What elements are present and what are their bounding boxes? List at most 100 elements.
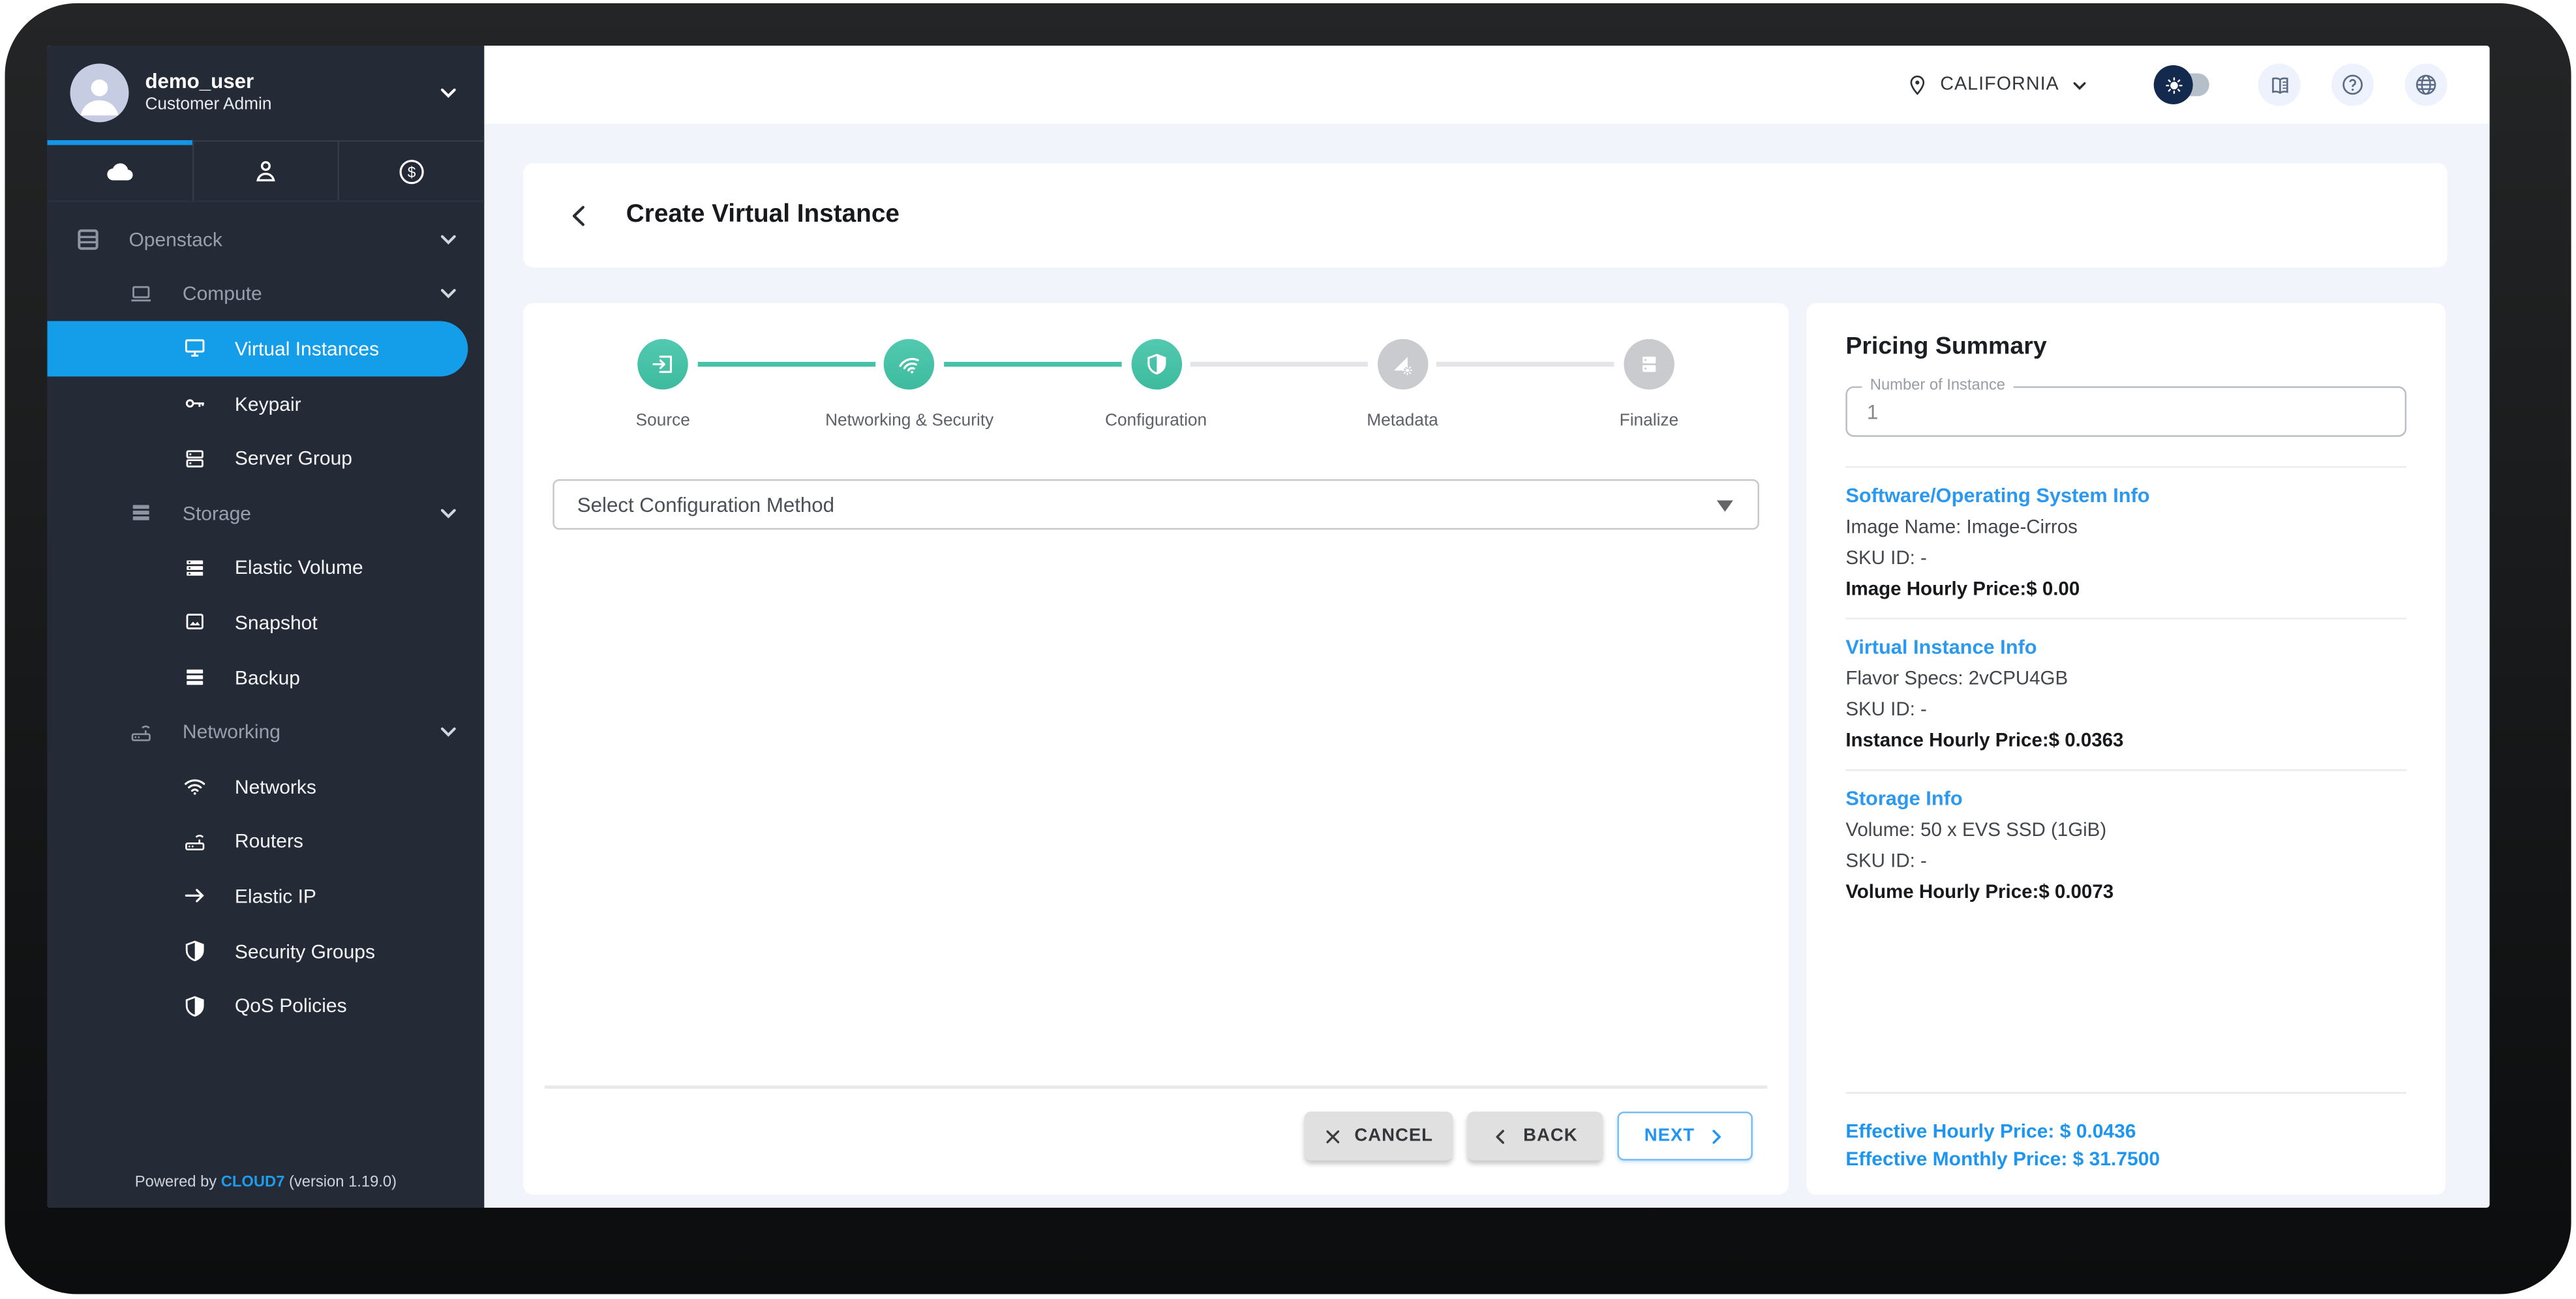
pricing-row: SKU ID: - [1845, 697, 1927, 721]
effective-hourly-price: Effective Hourly Price: $ 0.0436 [1845, 1120, 2136, 1143]
back-arrow-icon[interactable] [566, 202, 593, 229]
sidebar-item-elastic-volume[interactable]: Elastic Volume [47, 541, 484, 595]
chevron-down-icon [438, 83, 458, 102]
number-of-instance-label: Number of Instance [1862, 376, 2014, 395]
user-menu[interactable]: demo_user Customer Admin [47, 46, 484, 140]
device-frame: demo_user Customer Admin $ Openstack Com… [5, 3, 2571, 1294]
effective-prices: Effective Hourly Price: $ 0.0436 Effecti… [1845, 1092, 2407, 1174]
pricing-title: Pricing Summary [1845, 332, 2047, 361]
region-selector[interactable]: CALIFORNIA [1906, 73, 2089, 96]
step-configuration[interactable]: Configuration [943, 338, 1279, 430]
book-icon [2267, 72, 2291, 97]
arrow-right-icon [183, 884, 207, 908]
monitor-icon [183, 336, 207, 361]
sidebar-item-backup[interactable]: Backup [47, 650, 484, 705]
pricing-section-os: Software/Operating System Info Image Nam… [1845, 466, 2407, 618]
topbar: CALIFORNIA [484, 45, 2490, 124]
backup-stack-icon [183, 665, 207, 689]
brand-link[interactable]: CLOUD7 [221, 1174, 285, 1191]
sidebar-item-qos-policies[interactable]: QoS Policies [47, 978, 484, 1033]
tab-cloud-services[interactable] [47, 140, 192, 200]
person-icon [251, 157, 280, 186]
caret-down-icon [1716, 500, 1733, 512]
server-icon [1624, 338, 1674, 390]
sidebar-item-keypair[interactable]: Keypair [47, 376, 484, 431]
sidebar-item-networking[interactable]: Networking [47, 705, 484, 760]
sidebar-nav: Openstack Compute Virtual Instances Keyp… [47, 202, 484, 1033]
chevron-right-icon [1708, 1127, 1725, 1144]
sidebar-item-snapshot[interactable]: Snapshot [47, 595, 484, 650]
cancel-button[interactable]: CANCEL [1303, 1111, 1453, 1161]
pricing-row: SKU ID: - [1845, 546, 1927, 569]
dollar-icon: $ [397, 156, 427, 187]
sidebar-item-compute[interactable]: Compute [47, 267, 484, 321]
back-button[interactable]: BACK [1467, 1111, 1603, 1161]
main-column: CALIFORNIA Create Virtual Instance Sourc… [484, 45, 2490, 1208]
sidebar-item-server-group[interactable]: Server Group [47, 431, 484, 486]
section-heading: Software/Operating System Info [1845, 484, 2150, 507]
metadata-gear-icon [1377, 338, 1428, 390]
wifi-icon [884, 338, 935, 390]
pricing-summary-card: Pricing Summary Number of Instance Softw… [1806, 303, 2446, 1195]
pricing-row: SKU ID: - [1845, 849, 1927, 873]
next-button[interactable]: NEXT [1617, 1111, 1753, 1161]
sidebar-item-elastic-ip[interactable]: Elastic IP [47, 869, 484, 923]
server-group-icon [183, 446, 207, 470]
help-button[interactable] [2331, 63, 2374, 106]
language-button[interactable] [2404, 63, 2447, 106]
globe-icon [2413, 72, 2439, 98]
sidebar-tabs: $ [47, 140, 485, 202]
svg-text:$: $ [408, 163, 416, 180]
shield-icon [183, 939, 207, 963]
powered-by: Powered by CLOUD7 (version 1.19.0) [134, 1173, 397, 1192]
tab-billing[interactable]: $ [338, 142, 484, 201]
user-name: demo_user [145, 69, 254, 93]
pricing-row: Instance Hourly Price:$ 0.0363 [1845, 728, 2124, 752]
sidebar-item-openstack[interactable]: Openstack [47, 212, 484, 267]
select-placeholder: Select Configuration Method [577, 493, 835, 516]
sidebar-item-networks[interactable]: Networks [47, 760, 484, 814]
docs-button[interactable] [2258, 63, 2301, 106]
pricing-section-instance: Virtual Instance Info Flavor Specs: 2vCP… [1845, 618, 2407, 769]
user-role: Customer Admin [145, 95, 272, 115]
stage: demo_user Customer Admin $ Openstack Com… [0, 0, 2576, 1299]
region-label: CALIFORNIA [1940, 74, 2059, 95]
number-of-instance-field: Number of Instance [1845, 376, 2407, 437]
chevron-down-icon [438, 284, 458, 304]
router-icon [183, 829, 207, 854]
number-of-instance-input[interactable] [1847, 387, 2405, 436]
chevron-down-icon [438, 503, 458, 523]
sidebar-item-virtual-instances[interactable]: Virtual Instances [47, 321, 468, 376]
pricing-row: Volume Hourly Price:$ 0.0073 [1845, 880, 2114, 903]
laptop-icon [129, 282, 153, 306]
avatar [70, 63, 129, 123]
location-pin-icon [1906, 73, 1929, 96]
snapshot-photo-icon [183, 610, 207, 635]
volume-stack-icon [183, 556, 207, 580]
user-meta: demo_user Customer Admin [145, 70, 422, 117]
sun-icon [2153, 65, 2193, 104]
configuration-method-select[interactable]: Select Configuration Method [553, 479, 1759, 530]
storage-stack-icon [129, 501, 153, 525]
columns: Source Networking & Security Configurati… [523, 303, 2447, 1195]
login-icon [637, 338, 688, 390]
page-title: Create Virtual Instance [626, 200, 900, 228]
wizard-actions: CANCEL BACK NEXT [544, 1085, 1768, 1195]
sidebar-item-storage[interactable]: Storage [47, 486, 484, 541]
stepper: Source Networking & Security Configurati… [523, 303, 1789, 430]
sidebar-item-security-groups[interactable]: Security Groups [47, 923, 484, 978]
sidebar-item-routers[interactable]: Routers [47, 814, 484, 869]
step-metadata[interactable]: Metadata [1190, 338, 1526, 430]
tab-account[interactable] [192, 142, 338, 201]
question-icon [2340, 72, 2366, 98]
content-area: Create Virtual Instance Source Networkin… [484, 124, 2489, 1208]
pricing-row: Image Hourly Price:$ 0.00 [1845, 576, 2080, 600]
step-networking-security[interactable]: Networking & Security [697, 338, 1033, 430]
theme-toggle[interactable] [2153, 65, 2209, 104]
shield-icon [183, 994, 207, 1018]
step-source[interactable]: Source [539, 338, 786, 430]
chevron-left-icon [1493, 1127, 1510, 1144]
effective-monthly-price: Effective Monthly Price: $ 31.7500 [1845, 1147, 2160, 1171]
router-icon [129, 720, 153, 744]
step-finalize[interactable]: Finalize [1436, 338, 1772, 430]
